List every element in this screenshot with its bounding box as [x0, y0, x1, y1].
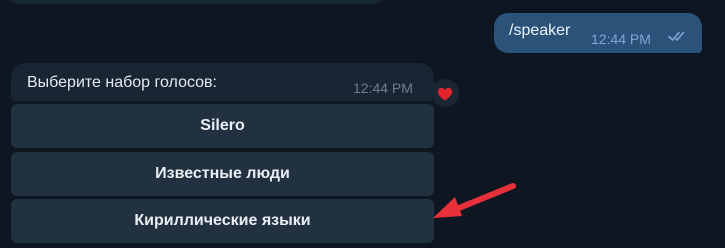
- heart-icon: [437, 87, 453, 101]
- incoming-message-text: Выберите набор голосов:: [27, 74, 217, 91]
- outgoing-message-text: /speaker: [509, 22, 571, 39]
- pointer-arrow-annotation: [433, 183, 516, 218]
- keyboard-button-famous-people[interactable]: Известные люди: [11, 152, 434, 196]
- incoming-message-time: 12:44 PM: [353, 80, 413, 96]
- double-check-icon: [668, 31, 685, 41]
- keyboard-button-cyrillic-languages[interactable]: Кириллические языки: [11, 199, 434, 243]
- reaction-badge[interactable]: [431, 79, 459, 107]
- previous-message-bubble: [10, 0, 382, 4]
- outgoing-message-time: 12:44 PM: [591, 31, 651, 47]
- outgoing-message[interactable]: /speaker 12:44 PM: [494, 13, 702, 53]
- keyboard-button-silero[interactable]: Silero: [11, 104, 434, 148]
- incoming-message[interactable]: Выберите набор голосов: 12:44 PM: [11, 63, 434, 101]
